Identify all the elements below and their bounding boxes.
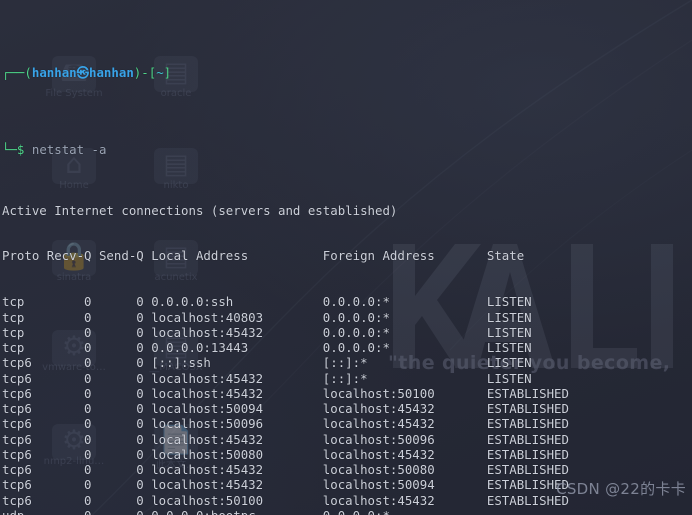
inet-row: tcp6 0 0 localhost:50080 localhost:45432… <box>2 446 569 462</box>
prompt-corner-top: ┌── <box>2 65 25 81</box>
inet-row: tcp 0 0 localhost:40803 0.0.0.0:* LISTEN <box>2 309 532 325</box>
inet-row: tcp6 0 0 localhost:45432 localhost:50096… <box>2 431 569 447</box>
inet-row: tcp6 0 0 [::]:ssh [::]:* LISTEN <box>2 355 532 371</box>
terminal-output[interactable]: ┌──(hanhan㉿hanhan)-[~] └─$ netstat -a Ac… <box>0 0 692 515</box>
csdn-watermark: CSDN @22的卡卡 <box>556 480 686 498</box>
inet-row: tcp6 0 0 localhost:45432 [::]:* LISTEN <box>2 370 532 386</box>
inet-row: udp 0 0 0.0.0.0:bootpc 0.0.0.0:* <box>2 508 692 515</box>
command-input[interactable]: netstat -a <box>32 142 107 157</box>
inet-row: tcp 0 0 0.0.0.0:ssh 0.0.0.0:* LISTEN <box>2 294 532 310</box>
inet-row: tcp 0 0 0.0.0.0:13443 0.0.0.0:* LISTEN <box>2 340 532 356</box>
prompt-user: hanhan <box>31 65 77 81</box>
prompt-corner-bottom: └─ <box>2 141 17 157</box>
inet-row: tcp6 0 0 localhost:45432 localhost:50100… <box>2 385 569 401</box>
inet-heading: Active Internet connections (servers and… <box>2 202 398 218</box>
terminal-window[interactable]: 🖴 File System ▤ oracle ⌂ Home ▤ nikto 🔒 sinatra ▤ a… <box>0 0 692 515</box>
inet-column-header: Proto Recv-Q Send-Q Local Address Foreig… <box>2 248 525 264</box>
inet-row: tcp 0 0 localhost:45432 0.0.0.0:* LISTEN <box>2 324 532 340</box>
prompt-paren-open: ( <box>24 65 32 81</box>
prompt-line-top: ┌──(hanhan㉿hanhan)-[~] <box>2 65 692 80</box>
prompt-cwd: ~ <box>156 65 164 81</box>
inet-row: tcp6 0 0 localhost:50094 localhost:45432… <box>2 401 569 417</box>
prompt-dash: - <box>141 65 149 81</box>
command-spacer <box>24 142 31 157</box>
prompt-line-bottom[interactable]: └─$ netstat -a <box>2 142 692 157</box>
prompt-at-icon: ㉿ <box>76 65 90 81</box>
prompt-host: hanhan <box>89 65 134 81</box>
inet-row: tcp6 0 0 localhost:45432 localhost:50080… <box>2 462 569 478</box>
inet-row: tcp6 0 0 localhost:50096 localhost:45432… <box>2 416 569 432</box>
prompt-bracket-close: ] <box>163 65 172 81</box>
